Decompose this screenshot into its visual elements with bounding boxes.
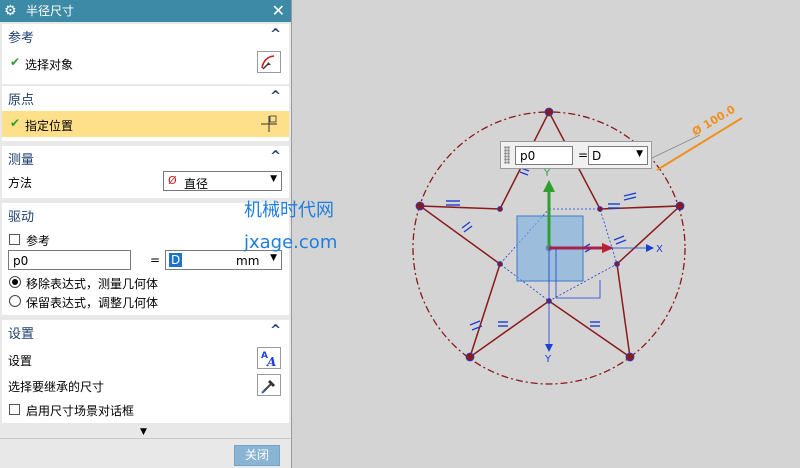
method-row: 方法 Ø 直径 ▼ — [2, 168, 289, 194]
dialog-title: 半径尺寸 — [26, 4, 75, 18]
chevron-up-icon[interactable]: ^ — [270, 27, 281, 42]
text-settings-button[interactable]: A A — [257, 347, 281, 369]
dimension-name-value: p0 — [13, 254, 29, 268]
y2-arrowhead — [545, 344, 553, 352]
method-value: 直径 — [184, 177, 209, 191]
radio-keep-expression[interactable] — [9, 295, 21, 307]
sketch-canvas[interactable]: Y X Y Ø 100.0 — [292, 0, 800, 468]
select-arc-button[interactable] — [257, 51, 281, 73]
float-equals: = — [578, 148, 589, 162]
settings-label: 设置 — [8, 354, 33, 368]
equals-sign: = — [150, 253, 161, 267]
enable-dialog-checkbox[interactable] — [9, 404, 20, 415]
radio-remove-expression[interactable] — [9, 276, 21, 288]
enable-dialog-label: 启用尺寸场景对话框 — [26, 404, 135, 418]
x-arrowhead-small — [646, 244, 654, 252]
section-settings: 设置 ^ 设置 A A 选择要继承的尺寸 启用尺寸场景对话框 — [2, 320, 289, 423]
select-object-label: 选择对象 — [25, 58, 74, 72]
float-name-input[interactable]: p0 — [515, 146, 573, 165]
location-point-button[interactable] — [257, 112, 281, 134]
float-name-value: p0 — [520, 149, 536, 163]
close-icon[interactable]: ✕ — [272, 1, 285, 21]
expand-more-icon[interactable]: ▼ — [140, 427, 147, 437]
dimension-leader — [651, 134, 701, 159]
section-measure-header[interactable]: 测量 ^ — [2, 146, 289, 168]
divider — [0, 438, 291, 439]
close-button[interactable]: 关闭 — [234, 445, 280, 466]
specify-location-row[interactable]: ✔ 指定位置 — [2, 111, 289, 137]
inline-expression-editor: p0 = D ▼ — [500, 141, 652, 169]
x-axis-label: X — [656, 244, 663, 255]
section-reference-header[interactable]: 参考 ^ — [2, 24, 289, 46]
chevron-up-icon[interactable]: ^ — [270, 323, 281, 338]
diameter-icon: Ø — [168, 174, 177, 187]
inherit-label: 选择要继承的尺寸 — [8, 380, 105, 394]
unit-label: mm — [236, 254, 260, 268]
chevron-down-icon: ▼ — [636, 149, 643, 159]
eyedropper-icon — [261, 380, 275, 394]
y2-axis-label: Y — [544, 354, 552, 365]
watermark-line1: 机械时代网 — [244, 200, 334, 221]
specify-location-label: 指定位置 — [25, 119, 74, 133]
dimension-text[interactable]: Ø 100.0 — [690, 103, 738, 139]
crosshair-icon — [261, 115, 277, 132]
chevron-down-icon[interactable]: ▼ — [270, 253, 277, 263]
y-axis-label: Y — [543, 168, 551, 179]
arc-select-icon — [261, 55, 275, 70]
radio-keep-expression-label: 保留表达式，调整几何体 — [26, 296, 159, 310]
checkmark-icon: ✔ — [10, 55, 21, 69]
checkmark-icon: ✔ — [10, 116, 21, 130]
select-object-row[interactable]: ✔ 选择对象 — [2, 46, 289, 80]
section-measure: 测量 ^ 方法 Ø 直径 ▼ — [2, 146, 289, 198]
float-value-select[interactable]: D ▼ — [588, 146, 648, 165]
reference-checkbox-label: 参考 — [26, 234, 51, 248]
radio-remove-expression-label: 移除表达式，测量几何体 — [26, 277, 159, 291]
section-settings-header[interactable]: 设置 ^ — [2, 320, 289, 342]
section-label: 设置 — [8, 327, 35, 342]
drag-handle[interactable] — [504, 146, 510, 164]
section-label: 测量 — [8, 153, 35, 168]
reference-checkbox[interactable] — [9, 234, 20, 245]
section-origin-header[interactable]: 原点 ^ — [2, 86, 289, 108]
float-value: D — [592, 149, 602, 163]
chevron-down-icon: ▼ — [270, 174, 277, 184]
dimension-name-input[interactable]: p0 — [8, 250, 131, 270]
expression-input[interactable]: D mm ▼ — [165, 250, 282, 270]
method-select[interactable]: Ø 直径 ▼ — [163, 171, 282, 191]
section-label: 原点 — [8, 93, 35, 108]
inherit-dimension-button[interactable] — [257, 374, 281, 396]
section-label: 驱动 — [8, 210, 35, 225]
method-label: 方法 — [8, 176, 33, 190]
y-arrowhead — [543, 180, 555, 192]
expression-value: D — [169, 253, 183, 267]
watermark-line2: jxage.com — [244, 232, 338, 253]
gear-icon[interactable]: ⚙ — [4, 2, 17, 20]
section-label: 参考 — [8, 31, 35, 46]
section-reference: 参考 ^ ✔ 选择对象 — [2, 24, 289, 84]
svg-text:A: A — [266, 355, 276, 368]
section-origin: 原点 ^ ✔ 指定位置 — [2, 86, 289, 141]
chevron-up-icon[interactable]: ^ — [270, 149, 281, 164]
chevron-up-icon[interactable]: ^ — [270, 89, 281, 104]
dialog-titlebar: ⚙ 半径尺寸 ✕ — [0, 0, 291, 22]
text-style-icon: A A — [261, 351, 276, 369]
